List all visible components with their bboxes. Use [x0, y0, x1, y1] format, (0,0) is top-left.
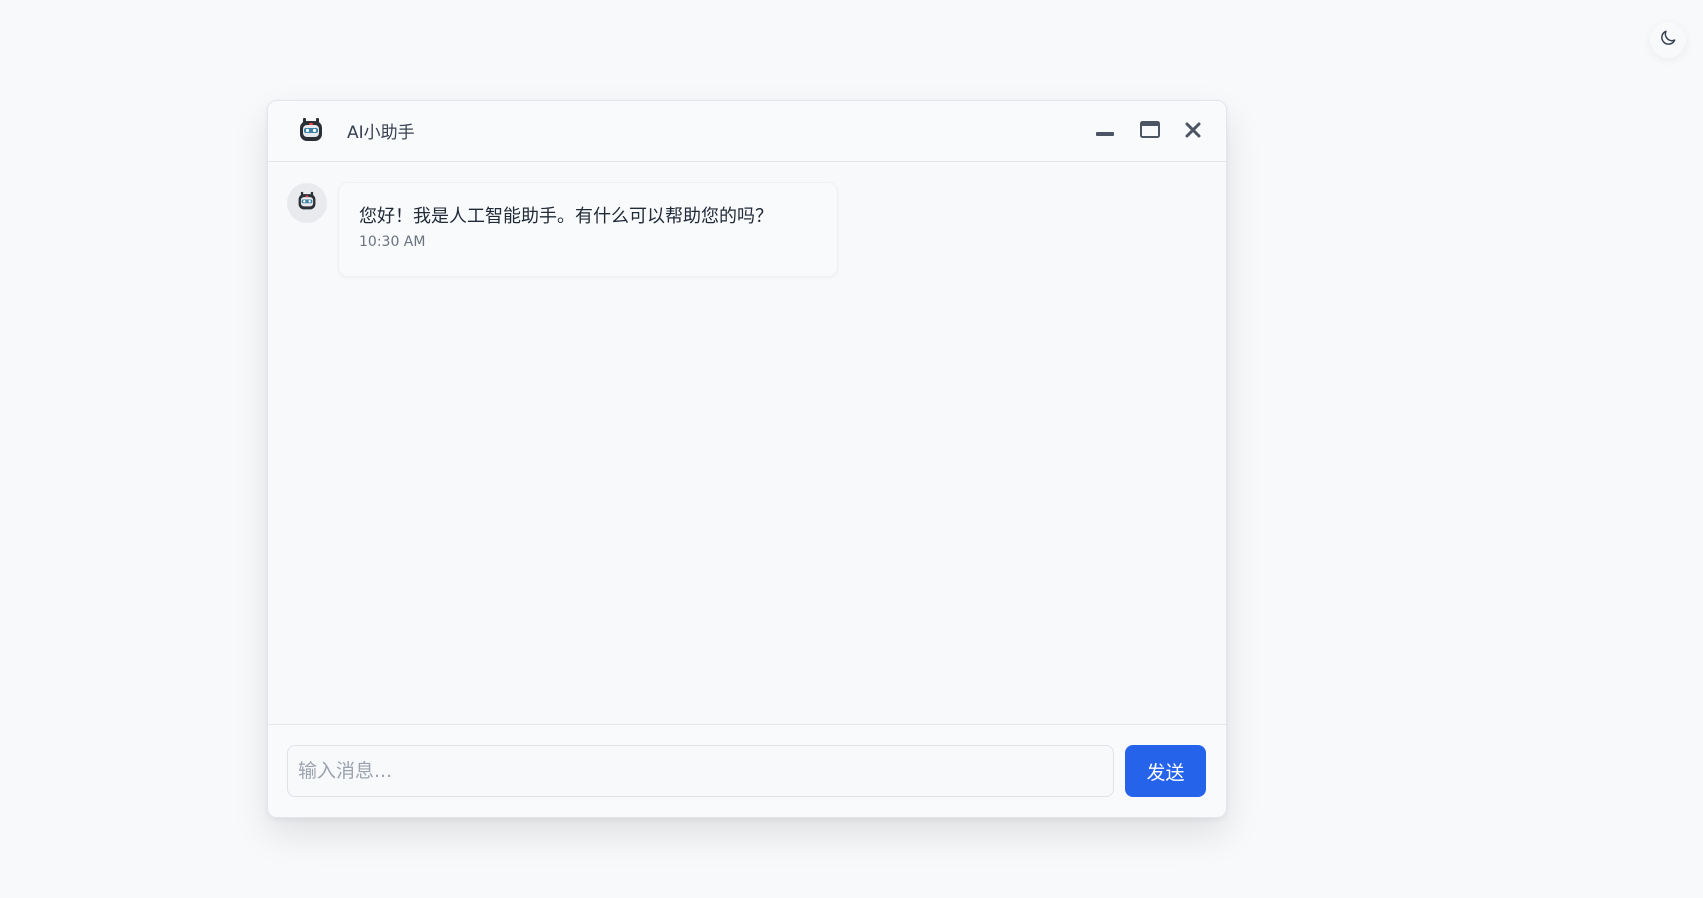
robot-avatar-icon: [294, 188, 320, 218]
minimize-icon: [1094, 119, 1116, 145]
robot-avatar-icon: [294, 113, 328, 147]
message-list: 您好！我是人工智能助手。有什么可以帮助您的吗？ 10:30 AM: [268, 162, 1226, 724]
theme-toggle-button[interactable]: [1650, 22, 1686, 58]
send-button[interactable]: 发送: [1125, 745, 1206, 797]
moon-icon: [1658, 28, 1678, 52]
composer-bar: 发送: [268, 724, 1226, 817]
chat-title: AI小助手: [347, 123, 415, 143]
chat-window: AI小助手 您好！我是人工智能助手。有什么可以帮助您的吗？ 10:30 AM 输…: [267, 100, 1227, 818]
assistant-avatar: [287, 183, 327, 223]
minimize-button[interactable]: [1092, 119, 1118, 145]
chat-header: AI小助手: [268, 101, 1226, 162]
maximize-button[interactable]: [1137, 119, 1163, 145]
message-input[interactable]: [287, 745, 1114, 797]
maximize-icon: [1139, 119, 1161, 145]
assistant-message-bubble: 您好！我是人工智能助手。有什么可以帮助您的吗？ 10:30 AM: [338, 182, 838, 277]
close-button[interactable]: [1180, 119, 1206, 145]
message-text: 您好！我是人工智能助手。有什么可以帮助您的吗？: [359, 206, 773, 227]
message-timestamp: 10:30 AM: [359, 234, 426, 250]
close-icon: [1182, 119, 1204, 145]
